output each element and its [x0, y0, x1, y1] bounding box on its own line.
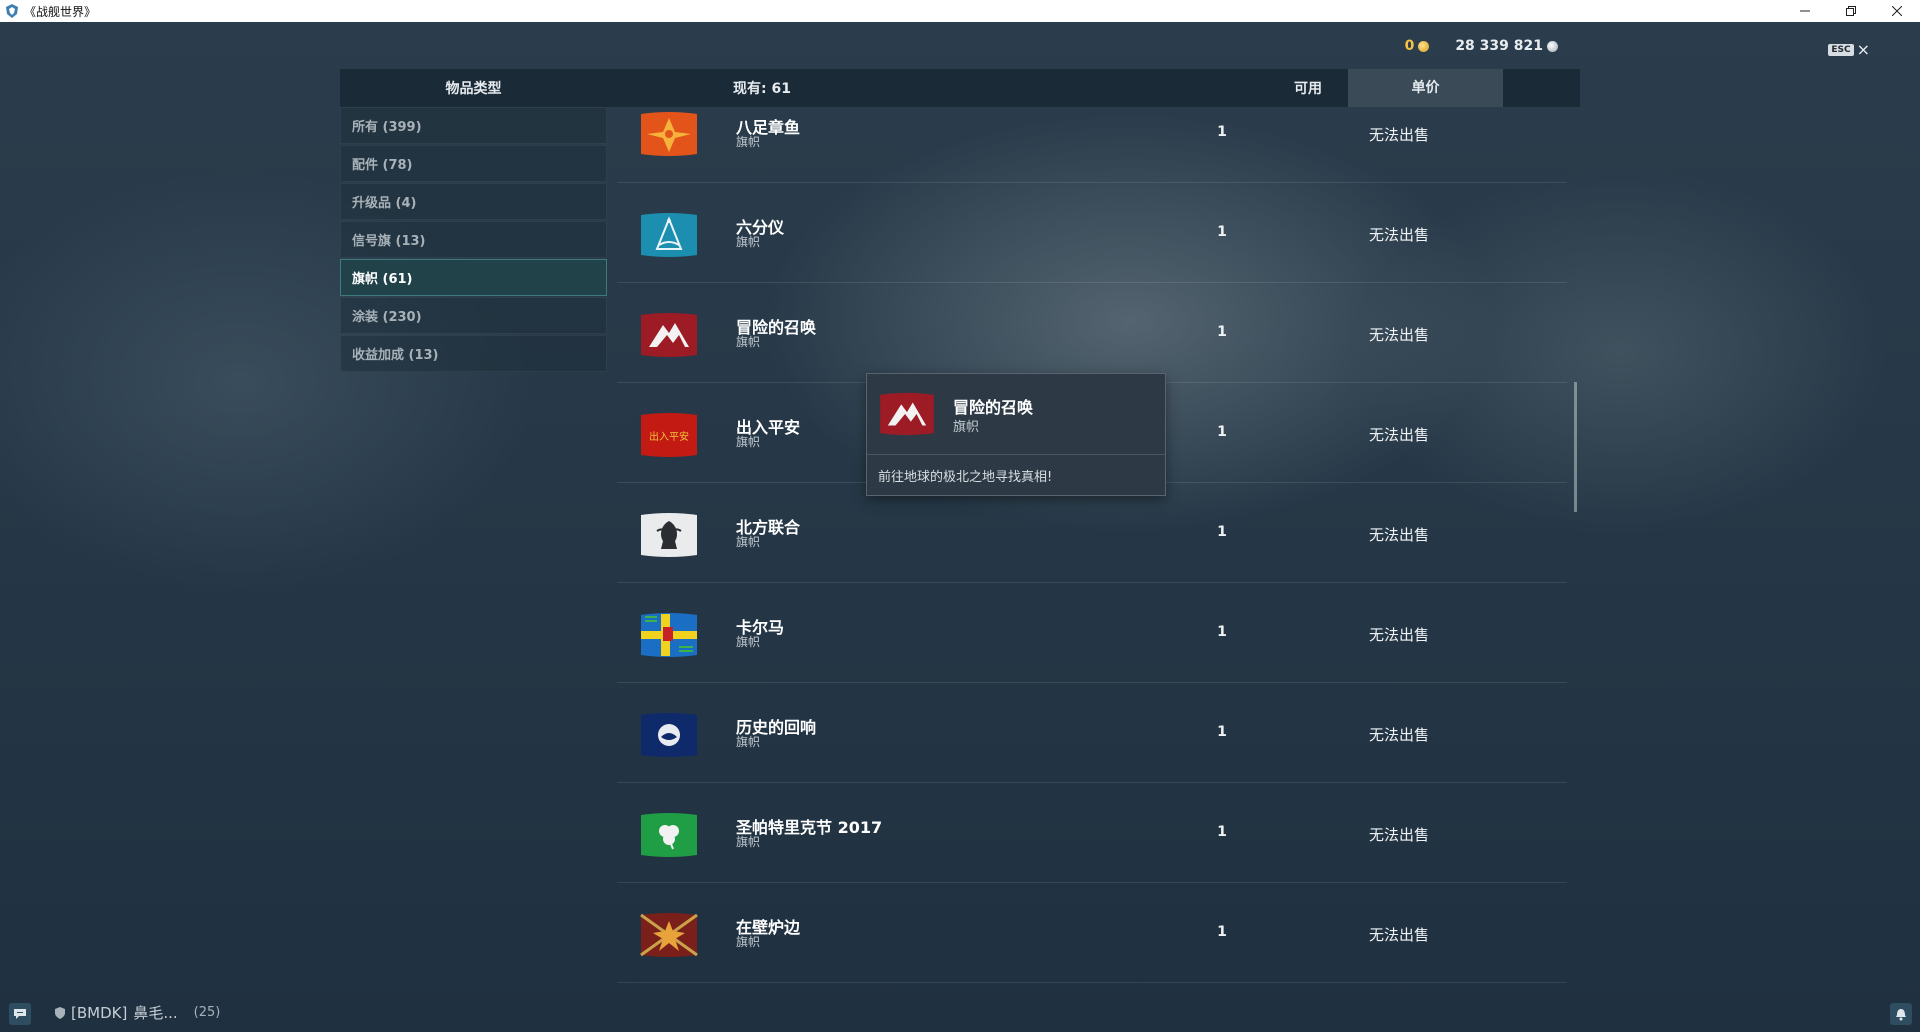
kalmar-flag-icon: [641, 613, 697, 657]
item-available: 1: [1217, 124, 1227, 140]
window-title: 《战舰世界》: [24, 4, 97, 19]
item-price: 无法出售: [1368, 326, 1429, 344]
item-type: 旗帜: [736, 135, 761, 149]
item-price: 无法出售: [1368, 426, 1429, 444]
list-item[interactable]: 在壁炉边 旗帜 1 无法出售: [617, 883, 1567, 983]
list-item[interactable]: 六分仪 旗帜 1 无法出售: [617, 183, 1567, 283]
credits-icon: [1547, 40, 1558, 52]
item-price: 无法出售: [1368, 826, 1429, 844]
item-type: 旗帜: [736, 835, 761, 849]
currency-bar: 0 28 339 821: [1405, 38, 1558, 54]
category-modules[interactable]: 配件 (78): [340, 145, 607, 182]
clan-tag: [BMDK]: [71, 1003, 128, 1022]
item-price: 无法出售: [1368, 126, 1429, 144]
tooltip-description: 前往地球的极北之地寻找真相!: [878, 470, 1053, 485]
restore-button[interactable]: [1828, 0, 1874, 22]
list-item[interactable]: 八足章鱼 旗帜 1 无法出售: [617, 107, 1567, 183]
player-name: 鼻毛...: [133, 1004, 178, 1022]
clan-info[interactable]: [BMDK] 鼻毛... (25): [55, 1002, 220, 1023]
gold-balance: 0: [1405, 38, 1430, 54]
item-tooltip: 冒险的召唤 旗帜 前往地球的极北之地寻找真相!: [866, 373, 1166, 496]
esc-key-label: ESC: [1828, 44, 1854, 56]
bottom-bar: [BMDK] 鼻毛... (25): [0, 1002, 1920, 1032]
category-sidebar: 所有 (399) 配件 (78) 升级品 (4) 信号旗 (13) 旗帜 (61…: [340, 107, 607, 373]
list-item[interactable]: 历史的回响 旗帜 1 无法出售: [617, 683, 1567, 783]
item-available: 1: [1217, 424, 1227, 440]
fireside-flag-icon: [640, 913, 698, 957]
tooltip-name: 冒险的召唤: [953, 398, 1034, 417]
tooltip-type: 旗帜: [953, 420, 980, 435]
category-upgrades[interactable]: 升级品 (4): [340, 183, 607, 220]
category-boosters[interactable]: 收益加成 (13): [340, 335, 607, 372]
inventory-header: 物品类型 现有: 61 可用 单价: [340, 69, 1580, 107]
category-camouflage[interactable]: 涂装 (230): [340, 297, 607, 334]
header-category: 物品类型: [445, 81, 502, 97]
credits-balance: 28 339 821: [1455, 38, 1558, 54]
mountain-flag-icon: [641, 313, 697, 357]
list-item[interactable]: 北方联合 旗帜 1 无法出售: [617, 483, 1567, 583]
close-icon: ×: [1856, 40, 1870, 59]
gold-amount: 0: [1404, 38, 1415, 54]
close-window-button[interactable]: [1874, 0, 1920, 22]
chat-icon: [14, 1009, 26, 1019]
mountain-flag-icon: [880, 392, 934, 436]
item-available: 1: [1217, 324, 1227, 340]
item-available: 1: [1217, 524, 1227, 540]
header-available[interactable]: 可用: [1268, 78, 1348, 98]
gold-coin-icon: [1418, 40, 1430, 52]
item-price: 无法出售: [1368, 726, 1429, 744]
category-all[interactable]: 所有 (399): [340, 107, 607, 144]
item-type: 旗帜: [736, 735, 761, 749]
minimize-button[interactable]: [1782, 0, 1828, 22]
item-type: 旗帜: [736, 235, 761, 249]
tooltip-header: 冒险的召唤 旗帜: [867, 374, 1165, 455]
item-available: 1: [1217, 224, 1227, 240]
svg-text:出入平安: 出入平安: [649, 430, 689, 443]
clan-shield-icon: [55, 1006, 65, 1019]
header-count: 现有: 61: [733, 81, 791, 97]
clan-count: (25): [193, 1005, 221, 1020]
item-available: 1: [1217, 624, 1227, 640]
list-item[interactable]: 圣帕特里克节 2017 旗帜 1 无法出售: [617, 783, 1567, 883]
app-icon: [4, 3, 20, 19]
item-price: 无法出售: [1368, 226, 1429, 244]
bell-icon: [1896, 1008, 1906, 1020]
item-type: 旗帜: [736, 535, 761, 549]
sextant-flag-icon: [641, 213, 697, 257]
item-available: 1: [1217, 824, 1227, 840]
item-type: 旗帜: [736, 335, 761, 349]
chat-button[interactable]: [9, 1003, 31, 1025]
item-list[interactable]: 八足章鱼 旗帜 1 无法出售 六分仪 旗帜 1 无法出售 冒险的召唤 旗帜 1 …: [617, 107, 1567, 1007]
shamrock-flag-icon: [641, 813, 697, 857]
list-item[interactable]: 卡尔马 旗帜 1 无法出售: [617, 583, 1567, 683]
list-scrollbar[interactable]: [1574, 382, 1577, 512]
category-signals[interactable]: 信号旗 (13): [340, 221, 607, 258]
northern-union-flag-icon: [641, 513, 697, 557]
item-type: 旗帜: [736, 435, 761, 449]
item-price: 无法出售: [1368, 626, 1429, 644]
item-price: 无法出售: [1368, 526, 1429, 544]
credits-amount: 28 339 821: [1455, 38, 1543, 54]
octopus-flag-icon: [641, 112, 697, 156]
item-available: 1: [1217, 924, 1227, 940]
category-flags[interactable]: 旗帜 (61): [340, 259, 607, 296]
header-price[interactable]: 单价: [1348, 69, 1503, 107]
safe-voyage-flag-icon: 出入平安: [641, 413, 697, 457]
echo-of-history-flag-icon: [641, 713, 697, 757]
item-type: 旗帜: [736, 935, 761, 949]
list-item[interactable]: 冒险的召唤 旗帜 1 无法出售: [617, 283, 1567, 383]
item-available: 1: [1217, 724, 1227, 740]
esc-close-button[interactable]: ESC ×: [1828, 42, 1870, 58]
item-type: 旗帜: [736, 635, 761, 649]
item-price: 无法出售: [1368, 926, 1429, 944]
notification-button[interactable]: [1890, 1003, 1912, 1025]
window-titlebar: 《战舰世界》: [0, 0, 1920, 22]
